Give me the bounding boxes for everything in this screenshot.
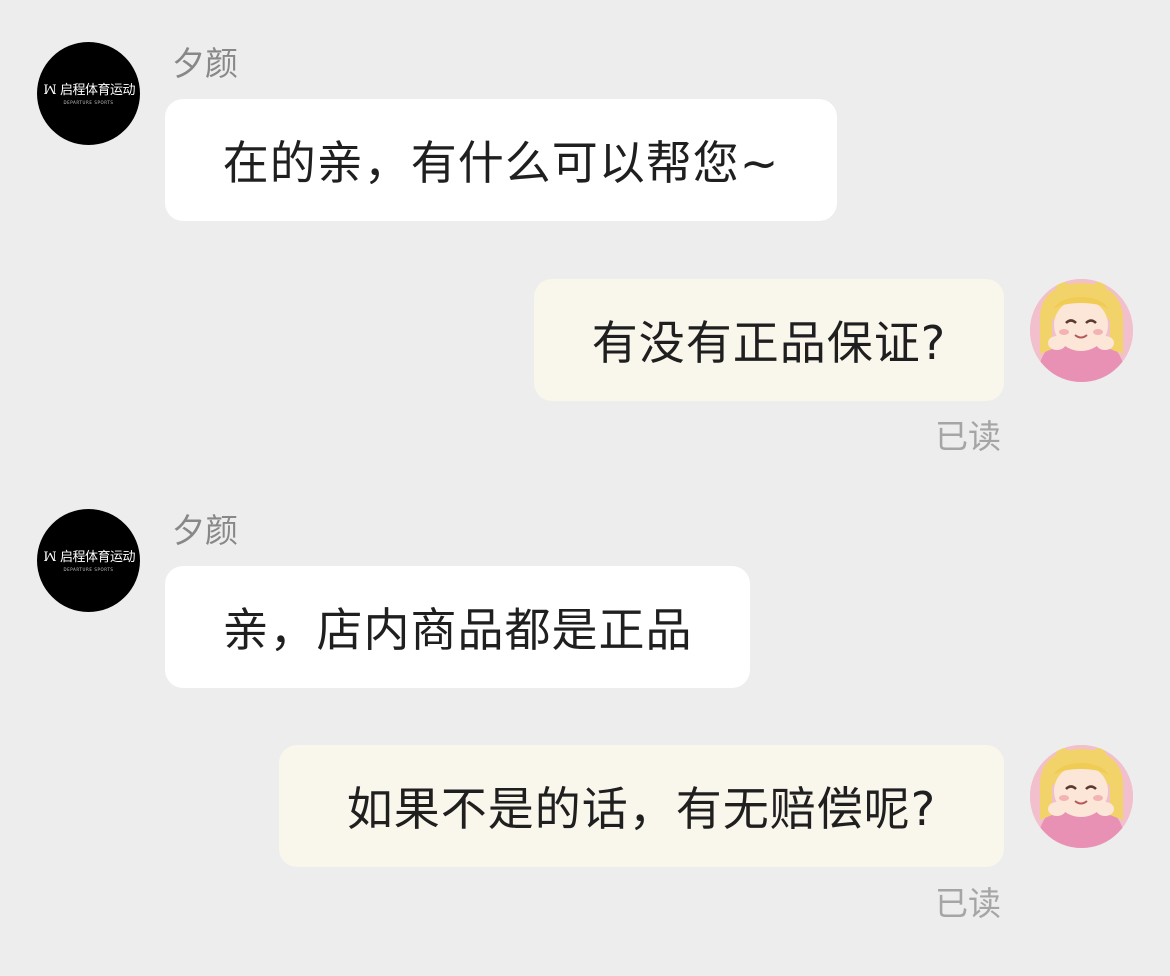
user-avatar-icon	[1030, 745, 1133, 848]
message-bubble-incoming[interactable]: 亲，店内商品都是正品	[165, 566, 750, 688]
user-avatar-icon	[1030, 279, 1133, 382]
shop-logo-text: 启程体育运动	[59, 83, 136, 98]
sender-name: 夕颜	[172, 44, 238, 83]
shop-avatar[interactable]: ꟽ 启程体育运动 DEPARTURE SPORTS	[37, 509, 140, 612]
brand-mark-icon: ꟽ	[43, 550, 57, 565]
read-status: 已读	[935, 417, 1001, 456]
shop-logo: ꟽ 启程体育运动	[37, 83, 140, 99]
shop-logo-text: 启程体育运动	[59, 550, 136, 565]
sender-name: 夕颜	[172, 511, 238, 550]
read-status: 已读	[935, 884, 1001, 923]
message-bubble-outgoing[interactable]: 有没有正品保证?	[534, 279, 1004, 401]
message-bubble-outgoing[interactable]: 如果不是的话，有无赔偿呢?	[279, 745, 1004, 867]
shop-logo-subtext: DEPARTURE SPORTS	[63, 567, 114, 572]
message-bubble-incoming[interactable]: 在的亲，有什么可以帮您~	[165, 99, 837, 221]
brand-mark-icon: ꟽ	[43, 83, 57, 98]
user-avatar[interactable]	[1030, 279, 1133, 382]
user-avatar[interactable]	[1030, 745, 1133, 848]
shop-avatar[interactable]: ꟽ 启程体育运动 DEPARTURE SPORTS	[37, 42, 140, 145]
shop-logo: ꟽ 启程体育运动	[37, 550, 140, 566]
shop-logo-subtext: DEPARTURE SPORTS	[63, 100, 114, 105]
